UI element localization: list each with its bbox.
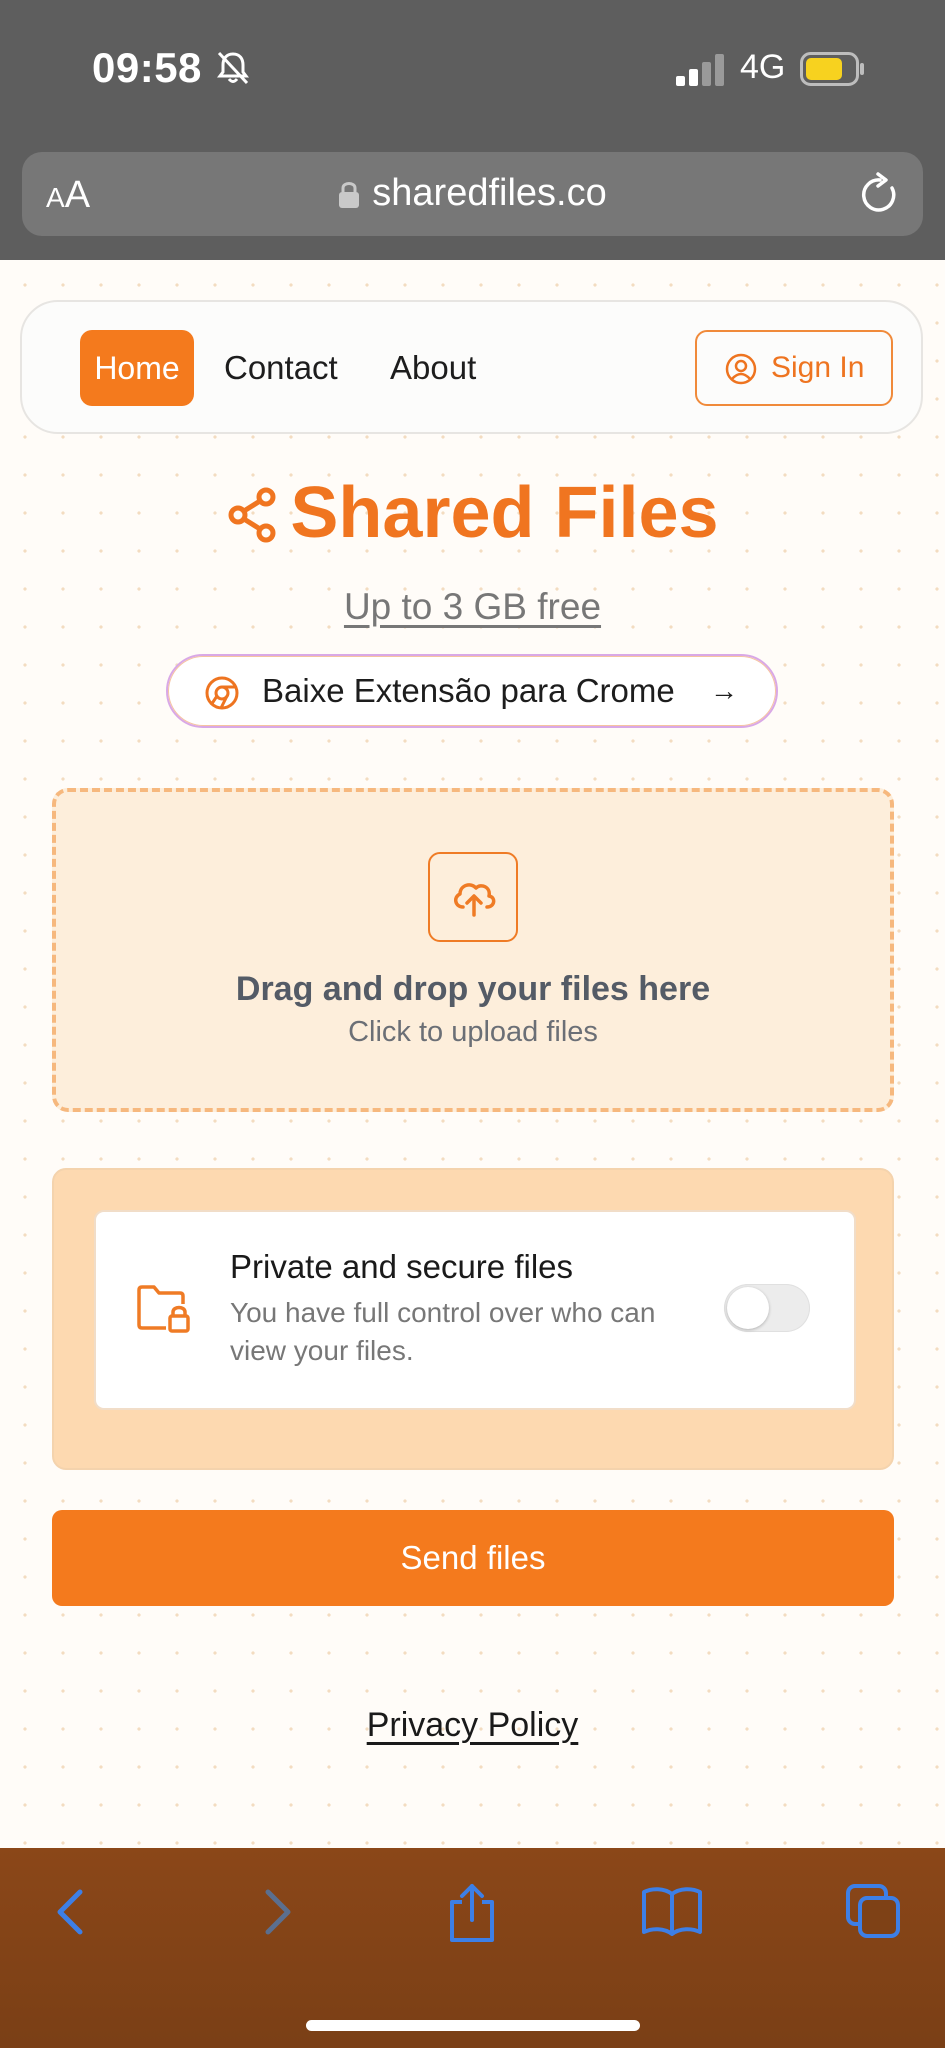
forward-icon[interactable] [252, 1882, 300, 1947]
dropzone-title: Drag and drop your files here [235, 970, 711, 1008]
back-icon[interactable] [48, 1882, 96, 1947]
private-files-option: Private and secure files You have full c… [94, 1210, 856, 1410]
url-text: sharedfiles.co [372, 172, 607, 214]
arrow-right-icon: → [710, 675, 738, 706]
user-circle-icon [725, 353, 757, 385]
private-files-toggle[interactable] [724, 1284, 810, 1332]
toggle-knob [727, 1287, 769, 1329]
nav-contact-link[interactable]: Contact [224, 330, 338, 406]
sign-in-label: Sign In [771, 351, 865, 384]
address-bar[interactable]: AA sharedfiles.co [22, 152, 923, 236]
bookmarks-icon[interactable] [640, 1882, 704, 1943]
private-files-description: You have full control over who can view … [230, 1297, 656, 1366]
status-time: 09:58 [92, 44, 202, 91]
bell-slash-icon [216, 50, 250, 91]
nav-home-link[interactable]: Home [80, 330, 194, 406]
browser-top-chrome: 09:58 4G AA sharedfiles.co [0, 0, 945, 260]
chrome-extension-label: Baixe Extensão para Crome [262, 672, 675, 709]
sign-in-button[interactable]: Sign In [695, 330, 893, 406]
page-content: Home Contact About Sign In Shared Files … [0, 260, 945, 1848]
privacy-options-panel: Private and secure files You have full c… [52, 1168, 894, 1470]
folder-lock-icon [137, 1285, 190, 1333]
free-limit-link[interactable]: Up to 3 GB free [0, 586, 945, 628]
page-title-text: Shared Files [290, 473, 719, 553]
battery-icon [800, 52, 866, 91]
lock-icon [339, 182, 360, 208]
share-sheet-icon[interactable] [444, 1882, 500, 1949]
network-type: 4G [740, 48, 786, 86]
file-dropzone[interactable]: Drag and drop your files here Click to u… [52, 788, 894, 1112]
tabs-icon[interactable] [844, 1882, 902, 1945]
browser-toolbar [0, 1848, 945, 2048]
page-title: Shared Files [0, 472, 945, 554]
reload-icon[interactable] [859, 172, 901, 221]
upload-button[interactable] [428, 852, 518, 942]
chrome-icon [205, 676, 239, 710]
dropzone-subtitle: Click to upload files [348, 1016, 598, 1048]
cloud-upload-icon [454, 883, 496, 917]
chrome-extension-button[interactable]: Baixe Extensão para Crome → [166, 654, 778, 728]
navbar: Home Contact About Sign In [20, 300, 923, 434]
signal-icon [676, 54, 726, 91]
home-indicator [306, 2020, 640, 2031]
privacy-policy-link[interactable]: Privacy Policy [0, 1706, 945, 1745]
send-files-button[interactable]: Send files [52, 1510, 894, 1606]
nav-about-link[interactable]: About [390, 330, 476, 406]
share-icon [228, 487, 276, 543]
private-files-title: Private and secure files [230, 1248, 574, 1285]
url-display[interactable]: sharedfiles.co [22, 172, 923, 215]
